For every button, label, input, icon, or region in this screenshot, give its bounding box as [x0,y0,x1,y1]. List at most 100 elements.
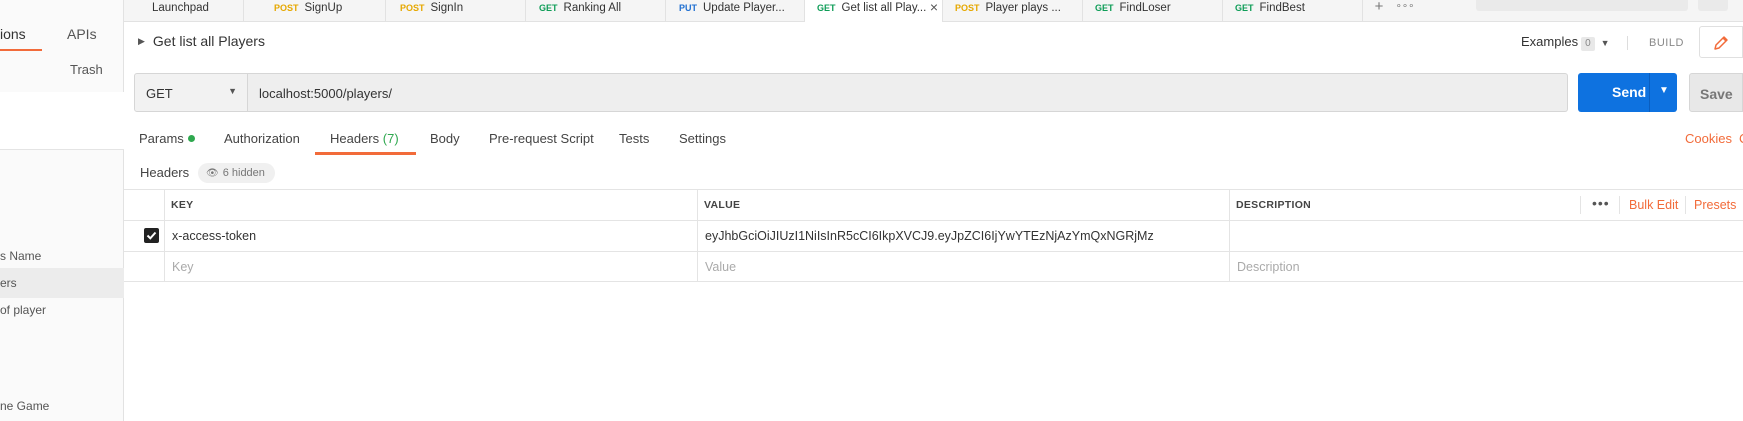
edit-button[interactable] [1699,26,1743,58]
tab-update-player[interactable]: PUT Update Player... [666,0,805,22]
tab-headers[interactable]: Headers (7) [330,131,399,146]
method-badge: POST [400,3,425,13]
tab-label: SignUp [304,2,343,14]
method-badge: GET [817,3,836,13]
column-header-value: VALUE [697,190,1229,220]
chevron-down-icon: ▼ [1600,38,1610,48]
new-value-field[interactable]: Value [697,252,1229,281]
trash-link[interactable]: Trash [70,62,103,77]
column-header-key-text: KEY [171,199,194,211]
tab-label: SignIn [430,2,464,14]
chevron-down-icon[interactable]: ▼ [1659,85,1669,96]
tab-label: Update Player... [703,2,785,14]
tab-authorization[interactable]: Authorization [224,131,300,146]
column-header-key: KEY [164,190,697,220]
new-tab-plus-icon[interactable]: + [1366,0,1392,22]
tab-settings[interactable]: Settings [679,131,726,146]
header-value-cell[interactable]: eyJhbGciOiJIUzI1NiIsInR5cCI6IkpXVCJ9.eyJ… [697,221,1229,251]
header-key-value: x-access-token [172,229,257,243]
close-icon[interactable]: × [930,0,938,14]
method-badge: POST [274,3,299,13]
hidden-headers-label: 6 hidden [222,167,265,179]
environment-quick-look-icon[interactable] [1698,0,1728,11]
tab-label: Ranking All [563,2,622,14]
tab-pre-request-script[interactable]: Pre-request Script [489,131,594,146]
request-title[interactable]: ▶ Get list all Players [138,33,265,49]
hidden-headers-toggle[interactable]: 👁 6 hidden [198,163,275,183]
send-button[interactable]: Send ▼ [1578,73,1677,112]
build-mode-label[interactable]: BUILD [1649,37,1684,49]
method-badge: PUT [679,3,697,13]
header-value-value: eyJhbGciOiJIUzI1NiIsInR5cCI6IkpXVCJ9.eyJ… [705,229,1154,243]
more-options-icon[interactable]: ••• [1592,195,1610,211]
request-title-text: Get list all Players [152,33,265,49]
tab-body[interactable]: Body [430,131,460,146]
method-select-value: GET [146,86,173,101]
tab-launchpad[interactable]: Launchpad [124,0,244,22]
tab-apis[interactable]: APIs [67,26,97,42]
tab-label: Get list all Play... [841,2,927,14]
send-button-label: Send [1612,84,1647,100]
examples-dropdown[interactable]: Examples 0 ▼ [1521,34,1610,51]
tab-label: FindBest [1259,2,1305,14]
description-placeholder: Description [1237,260,1300,274]
tab-signin[interactable]: POST SignIn [386,0,526,22]
tab-collections[interactable]: ions [0,26,26,42]
sidebar-panel [0,92,124,150]
request-tab-bar: Launchpad POST SignUp POST SignIn GET Ranki… [124,0,1743,22]
save-button-label: Save [1700,86,1733,102]
value-placeholder: Value [705,260,737,274]
bulk-edit-link[interactable]: Bulk Edit [1629,198,1678,212]
examples-label: Examples [1521,34,1579,49]
sidebar-tabs: ions APIs [0,22,124,52]
sidebar-request-item-active[interactable]: ers [0,268,124,298]
tab-findloser[interactable]: GET FindLoser [1083,0,1223,22]
active-tab-underline [315,152,416,155]
code-link[interactable]: C [1739,131,1743,146]
new-key-field[interactable]: Key [164,252,697,281]
headers-section-label: Headers [140,165,190,180]
check-icon [146,231,157,240]
more-tabs-icon[interactable]: ∘∘∘ [1392,0,1418,22]
divider [1685,196,1686,214]
url-input-value: localhost:5000/players/ [259,86,392,101]
headers-count: (7) [382,131,399,146]
tab-collections-underline [0,49,42,51]
tab-ranking-all[interactable]: GET Ranking All [526,0,666,22]
chevron-down-icon: ▼ [228,86,237,96]
sidebar-request-item[interactable]: of player [0,295,124,325]
header-description-cell[interactable] [1229,221,1743,251]
tab-headers-label: Headers [330,131,380,146]
tab-tests[interactable]: Tests [619,131,649,146]
divider [1627,36,1628,50]
key-placeholder: Key [172,260,194,274]
table-header-row: KEY VALUE DESCRIPTION ••• Bulk Edit Pres… [124,189,1743,220]
tab-label: Player plays ... [985,2,1061,14]
tab-get-list-all-players[interactable]: GET Get list all Play... × [805,0,943,22]
cookies-link[interactable]: Cookies [1685,131,1732,146]
header-key-cell[interactable]: x-access-token [164,221,697,251]
pencil-icon [1714,36,1728,50]
eye-icon: 👁 [206,168,219,179]
tab-player-plays[interactable]: POST Player plays ... [943,0,1083,22]
column-header-description-text: DESCRIPTION [1236,199,1312,211]
presets-link[interactable]: Presets [1694,198,1736,212]
tab-signup[interactable]: POST SignUp [244,0,386,22]
tab-findbest[interactable]: GET FindBest [1223,0,1363,22]
table-row: x-access-token eyJhbGciOiJIUzI1NiIsInR5c… [124,220,1743,251]
method-badge: GET [539,3,558,13]
expand-triangle-icon[interactable]: ▶ [138,36,145,46]
url-input[interactable]: localhost:5000/players/ [248,73,1568,112]
divider [1649,73,1650,112]
column-header-value-text: VALUE [704,199,741,211]
examples-count-badge: 0 [1581,37,1595,51]
sidebar-request-item[interactable]: ne Game [0,391,124,421]
environment-select[interactable] [1476,0,1688,11]
tab-params[interactable]: Params [139,131,195,146]
method-select[interactable]: GET ▼ [134,73,248,112]
sidebar: ions APIs Trash s Name ers of player ne … [0,0,124,421]
sidebar-request-item[interactable]: s Name [0,241,124,271]
new-description-field[interactable]: Description [1229,252,1743,281]
save-button[interactable]: Save [1689,73,1743,112]
header-enabled-checkbox[interactable] [144,228,159,243]
